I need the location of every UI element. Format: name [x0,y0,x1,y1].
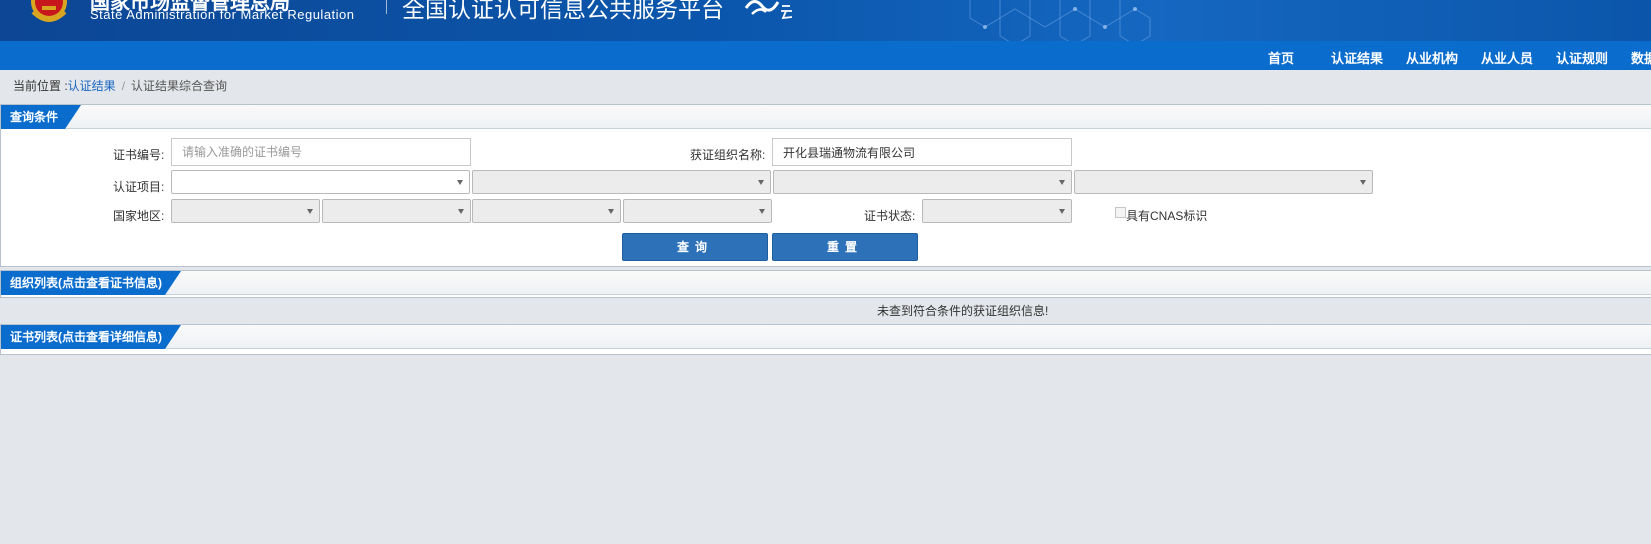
chevron-down-icon [307,209,313,214]
project-select-1[interactable] [171,170,470,194]
nav-item-personnel[interactable]: 从业人员 [1481,48,1533,67]
nav-item-institutions[interactable]: 从业机构 [1406,48,1458,67]
project-select-3[interactable] [773,170,1072,194]
agency-name-en: State Administration for Market Regulati… [90,7,355,22]
main-nav: 首页 认证结果 从业机构 从业人员 认证规则 数据 [0,41,1651,70]
chevron-down-icon [1059,209,1065,214]
org-list-empty-message: 未查到符合条件的获证组织信息! [877,304,1049,318]
chevron-down-icon [457,180,463,185]
cert-no-label: 证书编号: [113,148,165,162]
cert-list-panel-header: 证书列表(点击查看详细信息) [1,325,1651,349]
project-label: 认证项目: [113,180,165,194]
header-divider [386,0,387,14]
chevron-down-icon [759,209,765,214]
region-select-1[interactable] [171,199,320,223]
platform-title: 全国认证认可信息公共服务平台 [402,0,724,22]
status-label: 证书状态: [864,209,916,223]
nav-item-cert-results[interactable]: 认证结果 [1331,48,1383,67]
org-list-panel-title: 组织列表(点击查看证书信息) [1,271,181,295]
breadcrumb: 当前位置 :认证结果 / 认证结果综合查询 [13,77,227,94]
platform-logo-icon [744,0,793,20]
reset-button[interactable]: 重置 [772,233,918,261]
national-emblem-icon [31,0,67,22]
org-list-panel-header: 组织列表(点击查看证书信息) [1,271,1651,295]
query-panel-header: 查询条件 [1,105,1651,129]
chevron-down-icon [1360,180,1366,185]
breadcrumb-current: 认证结果综合查询 [131,79,228,93]
status-select[interactable] [922,199,1072,223]
breadcrumb-prefix: 当前位置 : [13,79,68,93]
cnas-label: 具有CNAS标识 [1126,209,1208,223]
query-panel-title: 查询条件 [1,105,81,129]
region-select-2[interactable] [322,199,471,223]
org-list-panel: 组织列表(点击查看证书信息) [0,270,1651,298]
org-name-input[interactable] [772,138,1072,166]
cert-list-panel: 证书列表(点击查看详细信息) [0,324,1651,355]
chevron-down-icon [1059,180,1065,185]
cert-list-panel-title: 证书列表(点击查看详细信息) [1,325,181,349]
nav-item-cert-rules[interactable]: 认证规则 [1556,48,1608,67]
region-select-4[interactable] [623,199,772,223]
region-label: 国家地区: [113,209,165,223]
breadcrumb-separator: / [121,79,126,93]
region-select-3[interactable] [472,199,621,223]
site-header: 国家市场监督管理总局 State Administration for Mark… [0,0,1651,41]
search-button[interactable]: 查询 [622,233,768,261]
chevron-down-icon [458,209,464,214]
breadcrumb-link-cert-results[interactable]: 认证结果 [68,79,116,93]
nav-item-home[interactable]: 首页 [1268,48,1294,67]
cert-no-input[interactable] [171,138,471,166]
nav-item-data[interactable]: 数据 [1631,48,1651,67]
chevron-down-icon [758,180,764,185]
chevron-down-icon [608,209,614,214]
hexagon-pattern-decoration [969,0,1151,41]
cnas-checkbox[interactable] [1115,207,1126,218]
project-select-2[interactable] [472,170,771,194]
project-select-4[interactable] [1074,170,1373,194]
org-name-label: 获证组织名称: [690,148,766,162]
